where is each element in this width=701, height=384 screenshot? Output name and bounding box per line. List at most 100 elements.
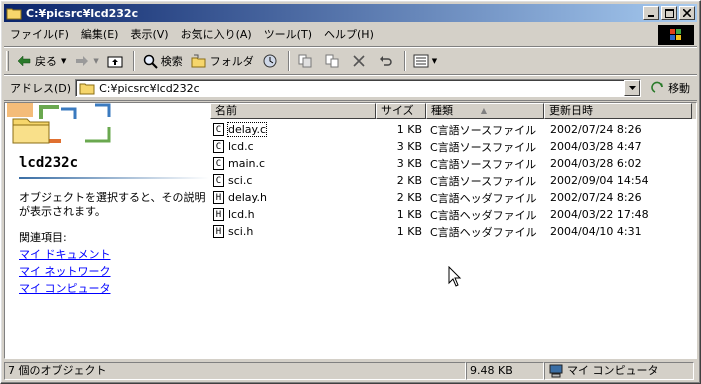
file-name-cell: Cdelay.c (210, 122, 376, 137)
link-my-computer[interactable]: マイ コンピュータ (19, 280, 111, 297)
back-dropdown-icon[interactable]: ▼ (61, 57, 66, 65)
file-name-cell: Hlcd.h (210, 208, 376, 221)
search-button[interactable]: 検索 (138, 50, 187, 72)
menu-favorites[interactable]: お気に入り(A) (175, 26, 258, 44)
file-size: 1 KB (396, 123, 422, 136)
file-row[interactable]: Clcd.c 3 KB C言語ソースファイル 2004/03/28 4:47 (210, 138, 696, 155)
file-row[interactable]: Hsci.h 1 KB C言語ヘッダファイル 2004/04/10 4:31 (210, 223, 696, 240)
file-name[interactable]: main.c (228, 157, 265, 170)
forward-dropdown-icon[interactable]: ▼ (93, 57, 98, 65)
address-bar: アドレス(D) C:¥picsrc¥lcd232c 移動 (4, 76, 697, 101)
file-date: 2004/03/28 6:02 (550, 157, 642, 170)
address-input[interactable]: C:¥picsrc¥lcd232c (75, 79, 642, 97)
views-dropdown-icon[interactable]: ▼ (432, 57, 437, 65)
file-name[interactable]: lcd.c (228, 140, 254, 153)
related-label: 関連項目: (19, 231, 67, 244)
delete-button[interactable] (347, 50, 374, 72)
file-row[interactable]: Cdelay.c 1 KB C言語ソースファイル 2002/07/24 8:26 (210, 121, 696, 138)
folders-label: フォルダ (209, 55, 254, 68)
file-type: C言語ソースファイル (430, 140, 537, 154)
go-arrow-icon (651, 81, 665, 95)
c-file-icon: C (213, 157, 224, 170)
maximize-button[interactable] (661, 6, 677, 20)
content-area: lcd232c オブジェクトを選択すると、その説明が表示されます。 関連項目: … (4, 102, 697, 359)
windows-logo-icon (658, 25, 694, 45)
menu-help[interactable]: ヘルプ(H) (318, 26, 380, 44)
search-icon (142, 53, 158, 69)
address-path: C:¥picsrc¥lcd232c (99, 81, 200, 95)
menu-file[interactable]: ファイル(F) (4, 26, 75, 44)
related-links: マイ ドキュメント マイ ネットワーク マイ コンピュータ (19, 246, 111, 297)
history-button[interactable] (258, 50, 285, 72)
header-name[interactable]: 名前 (210, 103, 376, 119)
folder-name: lcd232c (19, 155, 79, 171)
search-label: 検索 (160, 55, 183, 68)
file-date: 2002/07/24 8:26 (550, 191, 642, 204)
menu-edit[interactable]: 編集(E) (75, 26, 125, 44)
minimize-button[interactable] (643, 6, 659, 20)
toolbar: 戻る ▼ ▼ 検索 フォルダ ▼ (4, 48, 697, 75)
move-to-button[interactable] (293, 50, 320, 72)
address-dropdown-button[interactable] (624, 80, 641, 96)
status-size: 9.48 KB (466, 362, 544, 380)
go-button[interactable]: 移動 (651, 80, 690, 96)
forward-button[interactable]: ▼ (70, 50, 102, 72)
undo-icon (378, 53, 394, 69)
file-name[interactable]: lcd.h (228, 208, 255, 221)
file-row[interactable]: Hdelay.h 2 KB C言語ヘッダファイル 2002/07/24 8:26 (210, 189, 696, 206)
close-button[interactable] (679, 6, 695, 20)
folder-icon (6, 6, 22, 20)
file-rows: Cdelay.c 1 KB C言語ソースファイル 2002/07/24 8:26 Clc… (210, 119, 696, 240)
go-label: 移動 (668, 82, 691, 95)
file-row[interactable]: Csci.c 2 KB C言語ソースファイル 2002/09/04 14:54 (210, 172, 696, 189)
file-name[interactable]: sci.h (228, 225, 253, 238)
menu-view[interactable]: 表示(V) (124, 26, 174, 44)
header-type[interactable]: 種類 ▲ (426, 103, 544, 119)
file-name[interactable]: delay.h (228, 191, 267, 204)
copy-to-button[interactable] (320, 50, 347, 72)
selection-description: オブジェクトを選択すると、その説明が表示されます。 (19, 191, 206, 218)
file-size: 3 KB (396, 157, 422, 170)
file-name-cell: Clcd.c (210, 140, 376, 153)
file-type: C言語ソースファイル (430, 123, 537, 137)
up-folder-icon (107, 53, 123, 69)
file-list: 名前 サイズ 種類 ▲ 更新日時 Cdelay.c 1 KB C言語ソースファイル 2… (210, 103, 696, 358)
file-name[interactable]: sci.c (228, 174, 252, 187)
header-date[interactable]: 更新日時 (544, 103, 692, 119)
link-my-documents[interactable]: マイ ドキュメント (19, 246, 111, 263)
status-zone-label: マイ コンピュータ (567, 364, 659, 377)
file-name-cell: Cmain.c (210, 157, 376, 170)
up-folder-button[interactable] (103, 50, 130, 72)
file-size: 1 KB (396, 225, 422, 238)
menu-bar: ファイル(F) 編集(E) 表示(V) お気に入り(A) ツール(T) ヘルプ(… (4, 24, 697, 47)
menu-tools[interactable]: ツール(T) (258, 26, 318, 44)
web-view-pane: lcd232c オブジェクトを選択すると、その説明が表示されます。 関連項目: … (5, 103, 210, 358)
views-button[interactable]: ▼ (409, 50, 441, 72)
toolbar-separator (287, 51, 290, 71)
folders-icon (191, 53, 207, 69)
back-label: 戻る (35, 55, 57, 68)
undo-button[interactable] (374, 50, 401, 72)
file-row[interactable]: Hlcd.h 1 KB C言語ヘッダファイル 2004/03/22 17:48 (210, 206, 696, 223)
file-date: 2004/03/22 17:48 (550, 208, 649, 221)
back-button[interactable]: 戻る ▼ (12, 50, 70, 72)
c-file-icon: C (213, 174, 224, 187)
file-size: 2 KB (396, 174, 422, 187)
address-label: アドレス(D) (10, 82, 72, 95)
toolbar-separator (403, 51, 406, 71)
file-size: 2 KB (396, 191, 422, 204)
file-name-cell: Csci.c (210, 174, 376, 187)
file-date: 2002/07/24 8:26 (550, 123, 642, 136)
file-type: C言語ソースファイル (430, 157, 537, 171)
mouse-cursor-icon (448, 266, 462, 287)
file-row[interactable]: Cmain.c 3 KB C言語ソースファイル 2004/03/28 6:02 (210, 155, 696, 172)
file-name[interactable]: delay.c (226, 122, 268, 137)
folders-button[interactable]: フォルダ (187, 50, 258, 72)
header-size[interactable]: サイズ (376, 103, 426, 119)
link-my-network[interactable]: マイ ネットワーク (19, 263, 111, 280)
column-header: 名前 サイズ 種類 ▲ 更新日時 (210, 103, 696, 119)
copy-to-icon (324, 53, 340, 69)
back-arrow-icon (16, 53, 32, 69)
title-bar[interactable]: C:¥picsrc¥lcd232c (4, 4, 697, 22)
toolbar-grip[interactable] (6, 51, 9, 71)
